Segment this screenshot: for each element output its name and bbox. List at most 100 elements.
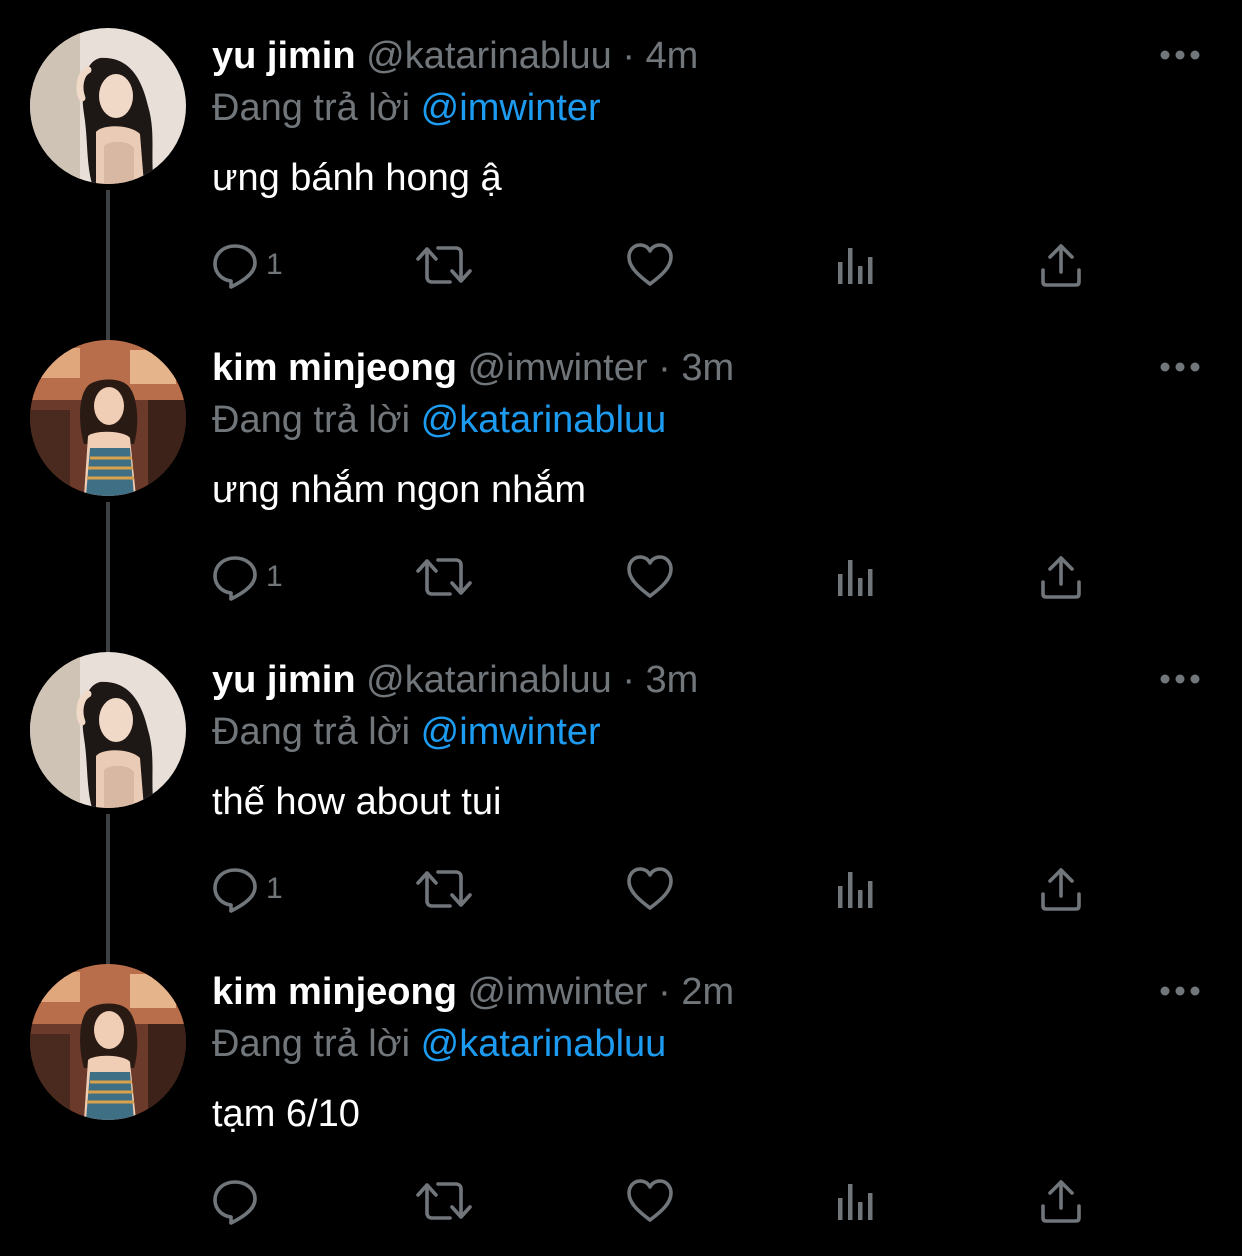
heart-icon	[624, 1176, 676, 1226]
views-button[interactable]	[832, 552, 882, 602]
more-options-button[interactable]	[1150, 352, 1210, 382]
reply-count: 1	[266, 248, 283, 281]
display-name[interactable]: kim minjeong	[212, 971, 457, 1013]
heart-icon	[624, 864, 676, 914]
avatar-image	[30, 964, 186, 1120]
tweet[interactable]: yu jimin @katarinabluu · 3m Đang trả lời…	[0, 624, 1242, 964]
timestamp[interactable]: 3m	[681, 347, 734, 389]
retweet-button[interactable]	[414, 552, 474, 602]
share-upload-icon	[1036, 552, 1086, 602]
speech-bubble-icon	[210, 240, 260, 290]
more-options-button[interactable]	[1150, 664, 1210, 694]
retweet-arrows-icon	[414, 864, 474, 914]
speech-bubble-icon	[210, 552, 260, 602]
avatar[interactable]	[30, 652, 186, 808]
timestamp[interactable]: 3m	[646, 659, 699, 701]
share-button[interactable]	[1036, 552, 1086, 602]
tweet-text: ưng bánh hong ậ	[212, 157, 502, 199]
replying-to-line: Đang trả lời @imwinter	[212, 706, 601, 758]
like-button[interactable]	[624, 1176, 676, 1226]
more-horizontal-icon	[1150, 352, 1210, 382]
timestamp[interactable]: 4m	[646, 35, 699, 77]
separator-dot: ·	[622, 35, 635, 77]
like-button[interactable]	[624, 552, 676, 602]
like-button[interactable]	[624, 240, 676, 290]
more-options-button[interactable]	[1150, 976, 1210, 1006]
avatar-image	[30, 652, 186, 808]
replying-to-line: Đang trả lời @imwinter	[212, 82, 601, 134]
user-handle[interactable]: @katarinabluu	[366, 35, 612, 77]
replying-to-label: Đang trả lời	[212, 711, 411, 753]
retweet-button[interactable]	[414, 864, 474, 914]
tweet[interactable]: kim minjeong @imwinter · 2m Đang trả lời…	[0, 936, 1242, 1248]
share-upload-icon	[1036, 1176, 1086, 1226]
tweet-header: kim minjeong @imwinter · 3m	[212, 342, 734, 394]
separator-dot: ·	[622, 659, 635, 701]
avatar[interactable]	[30, 28, 186, 184]
reply-button[interactable]: 1	[210, 864, 283, 914]
tweet[interactable]: yu jimin @katarinabluu · 4m Đang trả lời…	[0, 0, 1242, 340]
tweet-text: tạm 6/10	[212, 1093, 360, 1135]
action-bar: 1	[0, 232, 1242, 298]
tweet-header: yu jimin @katarinabluu · 3m	[212, 654, 698, 706]
tweet-text: thế how about tui	[212, 781, 502, 823]
bar-chart-icon	[832, 240, 882, 290]
avatar-image	[30, 340, 186, 496]
display-name[interactable]: yu jimin	[212, 659, 356, 701]
retweet-arrows-icon	[414, 240, 474, 290]
views-button[interactable]	[832, 240, 882, 290]
display-name[interactable]: yu jimin	[212, 35, 356, 77]
user-handle[interactable]: @imwinter	[467, 971, 647, 1013]
action-bar: 1	[0, 856, 1242, 922]
separator-dot: ·	[658, 347, 671, 389]
share-upload-icon	[1036, 864, 1086, 914]
tweet-header: kim minjeong @imwinter · 2m	[212, 966, 734, 1018]
heart-icon	[624, 552, 676, 602]
replying-to-label: Đang trả lời	[212, 399, 411, 441]
tweet[interactable]: kim minjeong @imwinter · 3m Đang trả lời…	[0, 312, 1242, 652]
bar-chart-icon	[832, 1176, 882, 1226]
replying-to-mention[interactable]: @katarinabluu	[421, 399, 667, 441]
more-horizontal-icon	[1150, 40, 1210, 70]
speech-bubble-icon	[210, 1176, 260, 1226]
avatar[interactable]	[30, 964, 186, 1120]
replying-to-mention[interactable]: @imwinter	[421, 711, 601, 753]
replying-to-mention[interactable]: @katarinabluu	[421, 1023, 667, 1065]
action-bar	[0, 1168, 1242, 1234]
action-bar: 1	[0, 544, 1242, 610]
retweet-arrows-icon	[414, 552, 474, 602]
display-name[interactable]: kim minjeong	[212, 347, 457, 389]
heart-icon	[624, 240, 676, 290]
replying-to-line: Đang trả lời @katarinabluu	[212, 394, 666, 446]
share-button[interactable]	[1036, 240, 1086, 290]
timestamp[interactable]: 2m	[681, 971, 734, 1013]
views-button[interactable]	[832, 864, 882, 914]
bar-chart-icon	[832, 864, 882, 914]
avatar[interactable]	[30, 340, 186, 496]
reply-count: 1	[266, 560, 283, 593]
replying-to-label: Đang trả lời	[212, 1023, 411, 1065]
retweet-arrows-icon	[414, 1176, 474, 1226]
like-button[interactable]	[624, 864, 676, 914]
share-button[interactable]	[1036, 1176, 1086, 1226]
more-horizontal-icon	[1150, 976, 1210, 1006]
replying-to-label: Đang trả lời	[212, 87, 411, 129]
reply-button[interactable]: 1	[210, 240, 283, 290]
replying-to-mention[interactable]: @imwinter	[421, 87, 601, 129]
separator-dot: ·	[658, 971, 671, 1013]
bar-chart-icon	[832, 552, 882, 602]
user-handle[interactable]: @imwinter	[467, 347, 647, 389]
share-button[interactable]	[1036, 864, 1086, 914]
reply-thread: yu jimin @katarinabluu · 4m Đang trả lời…	[0, 0, 1242, 1256]
speech-bubble-icon	[210, 864, 260, 914]
tweet-header: yu jimin @katarinabluu · 4m	[212, 30, 698, 82]
more-options-button[interactable]	[1150, 40, 1210, 70]
reply-count: 1	[266, 872, 283, 905]
reply-button[interactable]: 1	[210, 552, 283, 602]
reply-button[interactable]	[210, 1176, 266, 1226]
user-handle[interactable]: @katarinabluu	[366, 659, 612, 701]
retweet-button[interactable]	[414, 240, 474, 290]
share-upload-icon	[1036, 240, 1086, 290]
retweet-button[interactable]	[414, 1176, 474, 1226]
views-button[interactable]	[832, 1176, 882, 1226]
